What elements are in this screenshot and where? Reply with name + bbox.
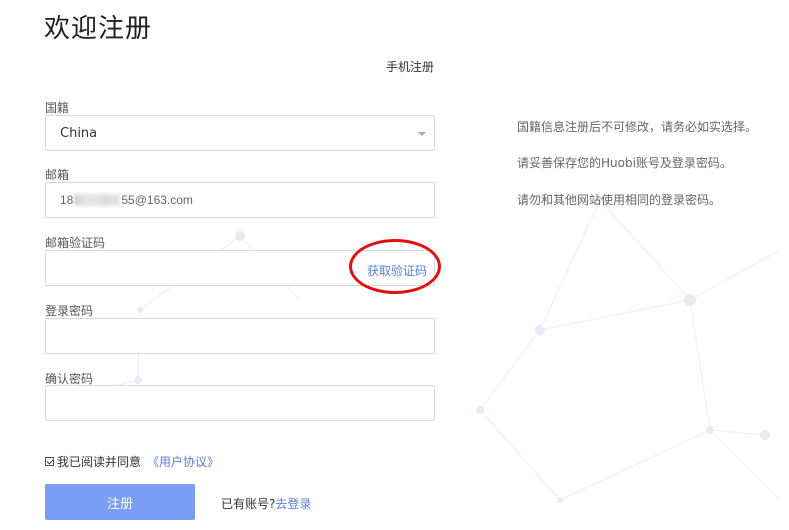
password-field[interactable] xyxy=(45,318,435,354)
login-hint: 已有账号?去登录 xyxy=(221,495,311,512)
nationality-select[interactable]: China xyxy=(45,115,435,151)
registration-page: 欢迎注册 手机注册 国籍 China 邮箱 18 55@163.com 邮箱验证码… xyxy=(0,0,789,530)
login-hint-text: 已有账号? xyxy=(221,497,276,511)
login-link[interactable]: 去登录 xyxy=(275,497,311,511)
red-circle-annotation xyxy=(349,239,441,294)
info-line: 国籍信息注册后不可修改，请务必如实选择。 xyxy=(517,120,758,134)
info-line: 请勿和其他网站使用相同的登录密码。 xyxy=(517,193,722,207)
password-label: 登录密码 xyxy=(45,304,94,318)
email-code-label: 邮箱验证码 xyxy=(45,236,106,250)
agreement-row: 我已阅读并同意 《用户协议》 xyxy=(45,453,219,470)
email-field[interactable]: 18 55@163.com xyxy=(45,182,435,218)
nationality-label: 国籍 xyxy=(45,101,70,115)
nationality-select-value: China xyxy=(60,126,98,141)
redacted-blur xyxy=(74,194,121,206)
email-value: 18 55@163.com xyxy=(60,193,193,207)
email-value-prefix: 18 xyxy=(60,193,74,207)
page-title: 欢迎注册 xyxy=(44,14,153,44)
tab-phone-register[interactable]: 手机注册 xyxy=(386,58,434,75)
chevron-down-icon xyxy=(418,132,426,136)
agreement-text: 我已阅读并同意 xyxy=(57,455,142,469)
info-line: 请妥善保存您的Huobi账号及登录密码。 xyxy=(517,156,732,170)
user-agreement-link[interactable]: 《用户协议》 xyxy=(147,453,219,470)
email-value-suffix: 55@163.com xyxy=(121,193,193,207)
register-button[interactable]: 注册 xyxy=(45,484,195,520)
email-label: 邮箱 xyxy=(45,168,70,182)
agreement-checkbox[interactable] xyxy=(45,457,54,466)
confirm-password-field[interactable] xyxy=(45,385,435,421)
